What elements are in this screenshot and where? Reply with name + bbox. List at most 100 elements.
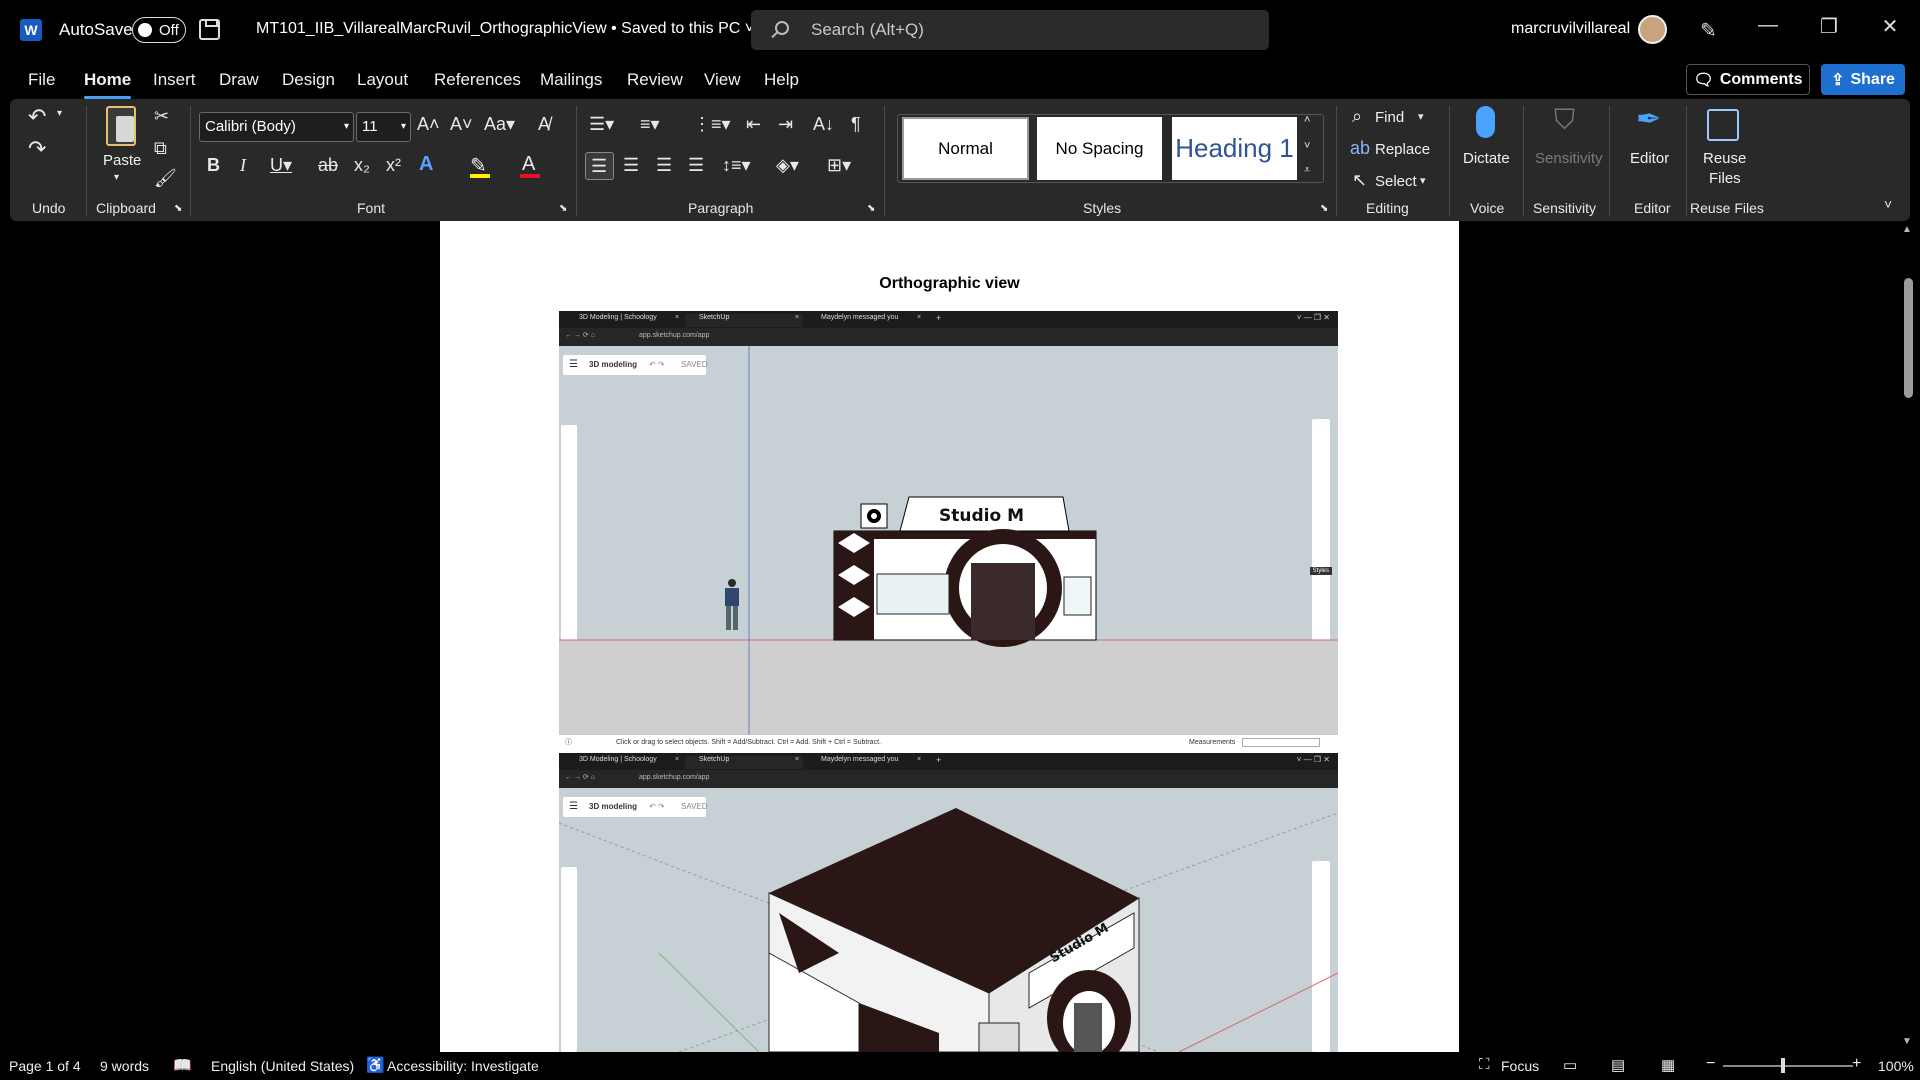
- editor-label[interactable]: Editor: [1630, 150, 1669, 167]
- borders-icon[interactable]: ⊞▾: [827, 155, 851, 176]
- paste-label[interactable]: Paste: [103, 152, 141, 169]
- autosave-toggle[interactable]: Off: [132, 17, 186, 43]
- scroll-thumb[interactable]: [1904, 278, 1913, 398]
- focus-icon[interactable]: ⛶: [1479, 1056, 1490, 1073]
- style-heading-1[interactable]: Heading 1: [1172, 117, 1297, 180]
- styles-launcher-icon[interactable]: ⬊: [1320, 203, 1328, 214]
- zoom-in-icon[interactable]: +: [1852, 1055, 1861, 1073]
- style-normal[interactable]: Normal: [902, 117, 1029, 180]
- find-dropdown-icon[interactable]: ▾: [1418, 110, 1424, 123]
- user-name[interactable]: marcruvilvillareal: [1511, 20, 1630, 38]
- format-painter-icon[interactable]: 🖌: [154, 168, 177, 189]
- shrink-font-icon[interactable]: A˅: [450, 114, 473, 135]
- minimize-icon[interactable]: —: [1753, 14, 1783, 37]
- justify-icon[interactable]: ☰: [688, 155, 704, 176]
- tab-design[interactable]: Design: [282, 70, 335, 90]
- close-icon[interactable]: ✕: [1875, 14, 1905, 39]
- web-layout-icon[interactable]: ▦: [1661, 1056, 1675, 1074]
- find-icon[interactable]: ⌕: [1352, 106, 1362, 127]
- select-dropdown-icon[interactable]: ▾: [1420, 174, 1426, 187]
- clear-formatting-icon[interactable]: A̸: [538, 114, 550, 135]
- collapse-ribbon-icon[interactable]: ˅: [1884, 196, 1892, 212]
- grow-font-icon[interactable]: A˄: [417, 114, 440, 135]
- font-color-icon[interactable]: A: [522, 153, 535, 176]
- tab-mailings[interactable]: Mailings: [540, 70, 602, 90]
- reuse-files-icon[interactable]: [1707, 109, 1739, 141]
- sort-icon[interactable]: A↓: [813, 114, 834, 135]
- word-count[interactable]: 9 words: [100, 1058, 149, 1074]
- align-center-icon[interactable]: ☰: [623, 155, 639, 176]
- tab-help[interactable]: Help: [764, 70, 799, 90]
- font-launcher-icon[interactable]: ⬊: [559, 203, 567, 214]
- print-layout-icon[interactable]: ▤: [1611, 1056, 1625, 1074]
- zoom-slider[interactable]: [1723, 1065, 1853, 1067]
- avatar[interactable]: [1638, 15, 1667, 44]
- tab-review[interactable]: Review: [627, 70, 683, 90]
- replace-icon[interactable]: ab: [1350, 138, 1370, 159]
- align-right-icon[interactable]: ☰: [656, 155, 672, 176]
- share-button[interactable]: ⇪ Share: [1821, 64, 1905, 95]
- sensitivity-label[interactable]: Sensitivity: [1535, 150, 1603, 167]
- document-title[interactable]: MT101_IIB_VillarealMarcRuvil_Orthographi…: [256, 20, 754, 38]
- editor-icon[interactable]: ✒: [1636, 102, 1661, 137]
- zoom-level[interactable]: 100%: [1878, 1058, 1914, 1074]
- multilevel-list-icon[interactable]: ⋮≡▾: [693, 114, 731, 135]
- bullets-icon[interactable]: ☰▾: [589, 114, 614, 135]
- search-box[interactable]: Search (Alt+Q): [751, 10, 1269, 50]
- embedded-screenshot-isometric[interactable]: 3D Modeling | Schoology × SketchUp × May…: [559, 753, 1338, 1052]
- zoom-out-icon[interactable]: −: [1706, 1055, 1715, 1073]
- replace-label[interactable]: Replace: [1375, 141, 1430, 158]
- accessibility-icon[interactable]: ♿: [366, 1056, 385, 1074]
- select-icon[interactable]: ↖: [1352, 170, 1367, 191]
- clipboard-icon[interactable]: [106, 106, 136, 146]
- document-page[interactable]: Orthographic view 3D Modeling | Schoolog…: [440, 221, 1459, 1052]
- accessibility-status[interactable]: Accessibility: Investigate: [387, 1058, 539, 1074]
- restore-icon[interactable]: ❐: [1814, 14, 1844, 39]
- align-left-button[interactable]: ☰: [585, 152, 614, 180]
- font-name-combo[interactable]: Calibri (Body) ▾: [199, 112, 354, 142]
- proofing-icon[interactable]: 📖: [173, 1056, 192, 1074]
- find-label[interactable]: Find: [1375, 109, 1404, 126]
- microphone-icon[interactable]: [1476, 106, 1495, 138]
- underline-icon[interactable]: U▾: [270, 155, 292, 176]
- decrease-indent-icon[interactable]: ⇤: [746, 114, 761, 135]
- reuse-label-line2[interactable]: Files: [1709, 170, 1741, 187]
- font-size-combo[interactable]: 11 ▾: [356, 112, 411, 142]
- cut-icon[interactable]: ✂: [154, 106, 169, 127]
- strikethrough-icon[interactable]: ab: [318, 155, 338, 176]
- superscript-icon[interactable]: x²: [386, 155, 401, 176]
- redo-icon[interactable]: ↷: [28, 136, 46, 162]
- tab-view[interactable]: View: [704, 70, 741, 90]
- save-icon[interactable]: [199, 19, 220, 40]
- copy-icon[interactable]: ⧉: [154, 138, 167, 159]
- dictate-label[interactable]: Dictate: [1463, 150, 1510, 167]
- styles-up-icon[interactable]: ˄: [1304, 114, 1310, 126]
- pen-icon[interactable]: ✎: [1700, 18, 1717, 43]
- scroll-up-icon[interactable]: ▲: [1902, 224, 1912, 235]
- increase-indent-icon[interactable]: ⇥: [778, 114, 793, 135]
- zoom-slider-thumb[interactable]: [1781, 1058, 1785, 1073]
- tab-layout[interactable]: Layout: [357, 70, 408, 90]
- line-spacing-icon[interactable]: ↕≡▾: [722, 155, 751, 176]
- italic-icon[interactable]: I: [240, 155, 246, 176]
- page-count[interactable]: Page 1 of 4: [9, 1058, 81, 1074]
- language[interactable]: English (United States): [211, 1058, 354, 1074]
- tab-draw[interactable]: Draw: [219, 70, 259, 90]
- numbering-icon[interactable]: ≡▾: [640, 114, 660, 135]
- paste-dropdown-icon[interactable]: ▾: [114, 172, 119, 183]
- style-no-spacing[interactable]: No Spacing: [1037, 117, 1162, 180]
- paragraph-launcher-icon[interactable]: ⬊: [867, 203, 875, 214]
- tab-insert[interactable]: Insert: [153, 70, 196, 90]
- select-label[interactable]: Select: [1375, 173, 1417, 190]
- tab-references[interactable]: References: [434, 70, 521, 90]
- clipboard-launcher-icon[interactable]: ⬊: [174, 203, 182, 214]
- styles-down-icon[interactable]: ˅: [1304, 140, 1310, 152]
- undo-icon[interactable]: ↶: [28, 104, 46, 130]
- styles-more-icon[interactable]: ⩡: [1304, 164, 1310, 177]
- embedded-screenshot-front[interactable]: 3D Modeling | Schoology × SketchUp × May…: [559, 311, 1338, 750]
- sensitivity-icon[interactable]: ⛉: [1554, 104, 1575, 137]
- change-case-icon[interactable]: Aa▾: [484, 114, 515, 135]
- show-marks-icon[interactable]: ¶: [851, 114, 861, 135]
- focus-label[interactable]: Focus: [1501, 1058, 1539, 1074]
- undo-dropdown-icon[interactable]: ▾: [57, 108, 62, 119]
